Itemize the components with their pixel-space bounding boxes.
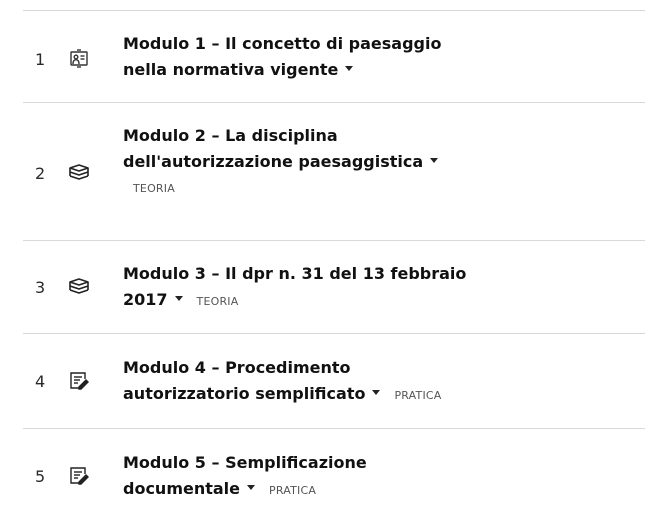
module-title-line2: 2017: [123, 290, 168, 309]
books-icon: [68, 162, 90, 184]
list-item-module-2[interactable]: 2 Modulo 2 – La disciplina dell'autorizz…: [23, 103, 645, 241]
caret-down-icon[interactable]: [247, 485, 256, 490]
list-item-module-3[interactable]: 3 Modulo 3 – Il dpr n. 31 del 13 febbrai…: [23, 241, 645, 334]
module-title-line1: Modulo 3 – Il dpr n. 31 del 13 febbraio: [123, 264, 467, 283]
list-item-module-1[interactable]: 1 Modulo 1 – Il concetto di paesaggio ne…: [23, 11, 645, 103]
module-title-line2: documentale: [123, 479, 241, 498]
module-type-badge: TEORIA: [196, 295, 239, 308]
module-title-line1: Modulo 2 – La disciplina: [123, 126, 338, 145]
module-title[interactable]: Modulo 5 – Semplificazione documentale PR…: [123, 450, 503, 504]
module-title-line1: Modulo 5 – Semplificazione: [123, 453, 367, 472]
list-item-module-4[interactable]: 4 Modulo 4 – Procedimento autorizzatorio…: [23, 334, 645, 429]
module-number: 4: [35, 372, 46, 391]
list-item-module-5[interactable]: 5 Modulo 5 – Semplificazione documentale…: [23, 429, 645, 521]
module-title-line2: nella normativa vigente: [123, 60, 339, 79]
module-number: 1: [35, 50, 46, 69]
module-type-badge: TEORIA: [133, 182, 175, 195]
caret-down-icon[interactable]: [174, 296, 183, 301]
module-title[interactable]: Modulo 2 – La disciplina dell'autorizzaz…: [123, 123, 503, 175]
books-icon: [68, 276, 90, 298]
module-title-line2: autorizzatorio semplificato: [123, 384, 366, 403]
module-number: 3: [35, 278, 46, 297]
edit-document-icon: [68, 370, 90, 392]
module-title-line1: Modulo 4 – Procedimento: [123, 358, 351, 377]
module-title[interactable]: Modulo 3 – Il dpr n. 31 del 13 febbraio …: [123, 261, 503, 315]
module-title-line2: dell'autorizzazione paesaggistica: [123, 152, 424, 171]
caret-down-icon[interactable]: [372, 390, 381, 395]
module-title[interactable]: Modulo 4 – Procedimento autorizzatorio s…: [123, 355, 503, 409]
caret-down-icon[interactable]: [430, 158, 439, 163]
module-title[interactable]: Modulo 1 – Il concetto di paesaggio nell…: [123, 31, 503, 83]
presentation-icon: [68, 48, 90, 70]
module-number: 2: [35, 164, 46, 183]
module-number: 5: [35, 467, 46, 486]
caret-down-icon[interactable]: [345, 66, 354, 71]
module-type-badge: PRATICA: [269, 484, 317, 497]
module-list: 1 Modulo 1 – Il concetto di paesaggio ne…: [23, 10, 645, 521]
edit-document-icon: [68, 465, 90, 487]
module-type-badge: PRATICA: [394, 389, 442, 402]
module-title-line1: Modulo 1 – Il concetto di paesaggio: [123, 34, 442, 53]
